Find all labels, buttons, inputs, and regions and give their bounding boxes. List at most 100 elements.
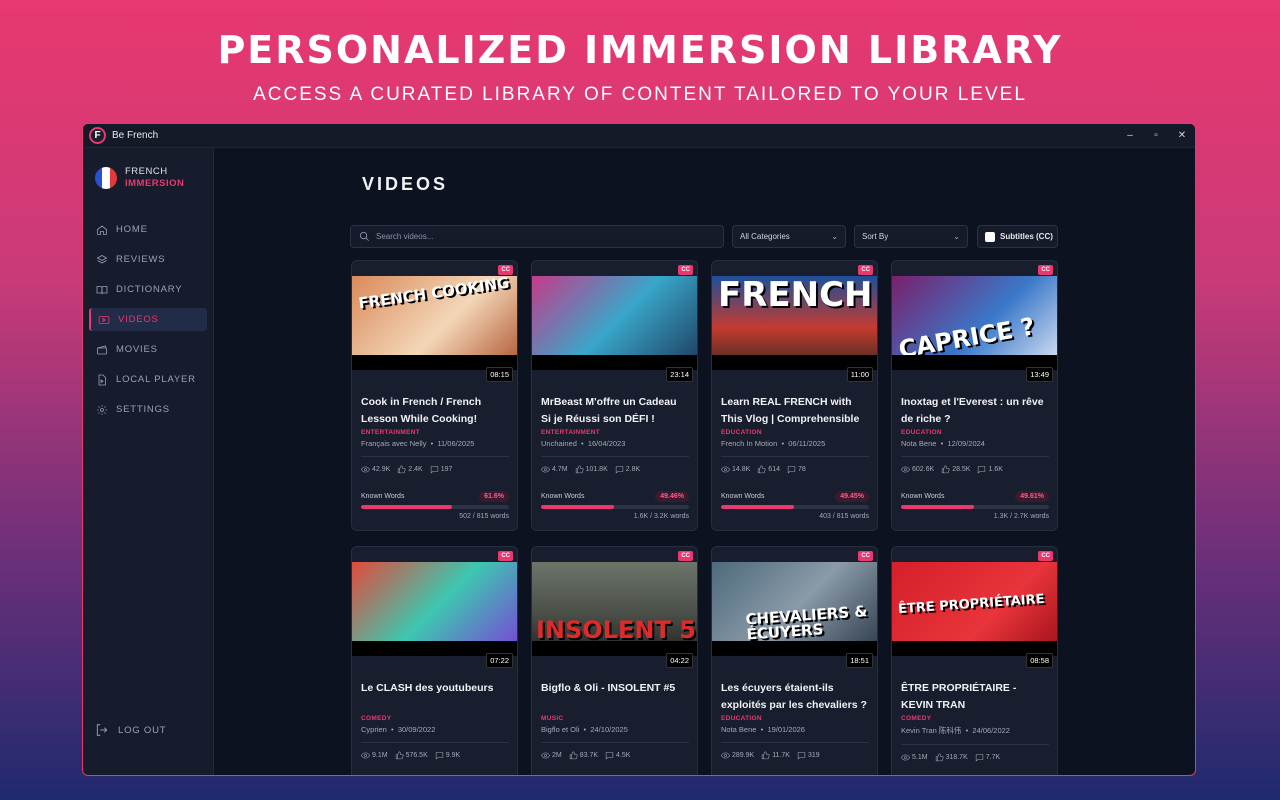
video-title[interactable]: Learn REAL FRENCH with This Vlog | Compr… [721,394,869,427]
known-words-label: Known Words [361,493,405,500]
comment-icon [978,466,986,474]
meta-separator: • [779,439,789,448]
brand[interactable]: FRENCH IMMERSION [83,148,213,190]
video-meta: Nota Bene • 19/01/2026 [721,725,869,734]
video-card[interactable]: CC CAPRICE ? 13:49 Inoxtag et l'Everest … [891,260,1058,531]
comments-count: 2.8K [625,466,641,473]
video-thumbnail[interactable]: CHEVALIERS & ÉCUYERS [712,562,877,656]
video-date: 16/04/2023 [587,439,626,448]
maximize-button[interactable]: ▫ [1143,130,1169,141]
subtitles-toggle[interactable]: Subtitles (CC) [977,225,1058,248]
nav-item-local-player[interactable]: LOCAL PLAYER [89,368,207,391]
cc-badge: CC [498,551,513,561]
video-card[interactable]: CC 07:22 Le CLASH des youtubeurs COMEDY … [351,546,518,775]
search-input[interactable] [376,232,706,241]
comments-count: 197 [440,466,453,473]
video-date: 11/06/2025 [437,439,475,448]
search-box[interactable] [350,225,724,248]
video-category: MUSIC [541,715,564,722]
meta-separator: • [388,725,398,734]
video-thumbnail[interactable]: FRENCH [712,276,877,370]
thumbs-up-icon [395,751,404,760]
known-words-percent: 49.46% [655,491,689,502]
nav-item-videos[interactable]: VIDEOS [89,308,207,331]
eye-icon [721,752,730,759]
video-card[interactable]: CC FRENCH COOKING 08:15 Cook in French /… [351,260,518,531]
video-meta: Français avec Nelly • 11/06/2025 [361,439,509,448]
likes-count: 2.4K [408,466,423,473]
nav-menu: HOME REVIEWS DICTIONARY VIDEOS MOVIES LO… [83,218,213,421]
nav-item-dictionary[interactable]: DICTIONARY [89,278,207,301]
close-button[interactable]: ✕ [1169,130,1195,141]
comment-icon [787,466,796,474]
views-count: 2M [552,752,562,759]
title-bar: F Be French – ▫ ✕ [83,124,1195,148]
nav-item-movies[interactable]: MOVIES [89,338,207,361]
cc-badge: CC [858,265,873,275]
video-thumbnail[interactable]: ÊTRE PROPRIÉTAIRE [892,562,1057,656]
nav-item-home[interactable]: HOME [89,218,207,241]
video-category: EDUCATION [721,429,762,436]
video-title[interactable]: ÊTRE PROPRIÉTAIRE - KEVIN TRAN [901,680,1049,713]
logout-button[interactable]: LOG OUT [95,723,166,737]
thumbnail-text: CHEVALIERS & ÉCUYERS [744,602,868,644]
video-meta: Cyprien • 30/09/2022 [361,725,509,734]
video-duration: 04:22 [666,653,693,668]
cc-badge: CC [1038,551,1053,561]
app-window: F Be French – ▫ ✕ FRENCH IMMERSION HOME [82,123,1196,776]
video-title[interactable]: Bigflo & Oli - INSOLENT #5 [541,680,689,713]
video-thumbnail[interactable]: FRENCH COOKING [352,276,517,370]
subtitles-checkbox[interactable] [985,231,995,242]
comments-count: 7.7K [985,754,1001,761]
video-stats: 2M 83.7K 4.5K [541,751,689,760]
video-card[interactable]: CC CHEVALIERS & ÉCUYERS 18:51 Les écuyer… [711,546,878,775]
video-stats: 42.9K 2.4K 197 [361,465,509,474]
nav-item-reviews[interactable]: REVIEWS [89,248,207,271]
views-count: 289.9K [732,752,755,759]
minimize-button[interactable]: – [1117,130,1143,141]
category-select[interactable]: All Categories ⌄ [732,225,846,248]
clapper-icon [97,345,107,354]
video-card[interactable]: CC INSOLENT 5 04:22 Bigflo & Oli - INSOL… [531,546,698,775]
video-duration: 23:14 [666,367,693,382]
book-icon [96,285,108,294]
video-card[interactable]: CC 23:14 MrBeast M'offre un Cadeau Si je… [531,260,698,531]
cc-badge: CC [678,265,693,275]
views-count: 5.1M [912,754,928,761]
views-count: 4.7M [552,466,568,473]
known-words-percent: 49.45% [835,491,869,502]
video-duration: 11:00 [846,367,873,382]
video-thumbnail[interactable] [352,562,517,656]
layers-icon [96,254,108,263]
video-thumbnail[interactable]: CAPRICE ? [892,276,1057,370]
known-words-count: 1.6K / 3.2K words [633,513,689,520]
video-title[interactable]: Inoxtag et l'Everest : un rêve de riche … [901,394,1049,427]
video-thumbnail[interactable]: INSOLENT 5 [532,562,697,656]
video-title[interactable]: MrBeast M'offre un Cadeau Si je Réussi s… [541,394,689,427]
video-card[interactable]: CC FRENCH 11:00 Learn REAL FRENCH with T… [711,260,878,531]
logout-icon [96,724,108,736]
comment-icon [615,466,623,474]
thumbs-up-icon [935,753,944,762]
nav-item-settings[interactable]: SETTINGS [89,398,207,421]
cc-badge: CC [498,265,513,275]
french-flag-icon [95,167,117,189]
sort-select[interactable]: Sort By ⌄ [854,225,968,248]
nav-label: HOME [116,224,148,235]
video-card[interactable]: CC ÊTRE PROPRIÉTAIRE 08:58 ÊTRE PROPRIÉT… [891,546,1058,775]
video-title[interactable]: Le CLASH des youtubeurs [361,680,509,713]
chevron-down-icon: ⌄ [831,232,838,241]
video-duration: 07:22 [486,653,513,668]
eye-icon [901,754,910,761]
video-grid: CC FRENCH COOKING 08:15 Cook in French /… [351,260,1059,775]
likes-count: 318.7K [945,754,968,761]
views-count: 602.6K [912,466,935,473]
video-stats: 14.8K 614 78 [721,465,869,474]
video-thumbnail[interactable] [532,276,697,370]
logout-label: LOG OUT [118,724,167,736]
views-count: 14.8K [732,466,751,473]
video-meta: Bigflo et Oli • 24/10/2025 [541,725,689,734]
video-title[interactable]: Cook in French / French Lesson While Coo… [361,394,509,427]
chevron-down-icon: ⌄ [953,232,960,241]
video-title[interactable]: Les écuyers étaient-ils exploités par le… [721,680,869,713]
